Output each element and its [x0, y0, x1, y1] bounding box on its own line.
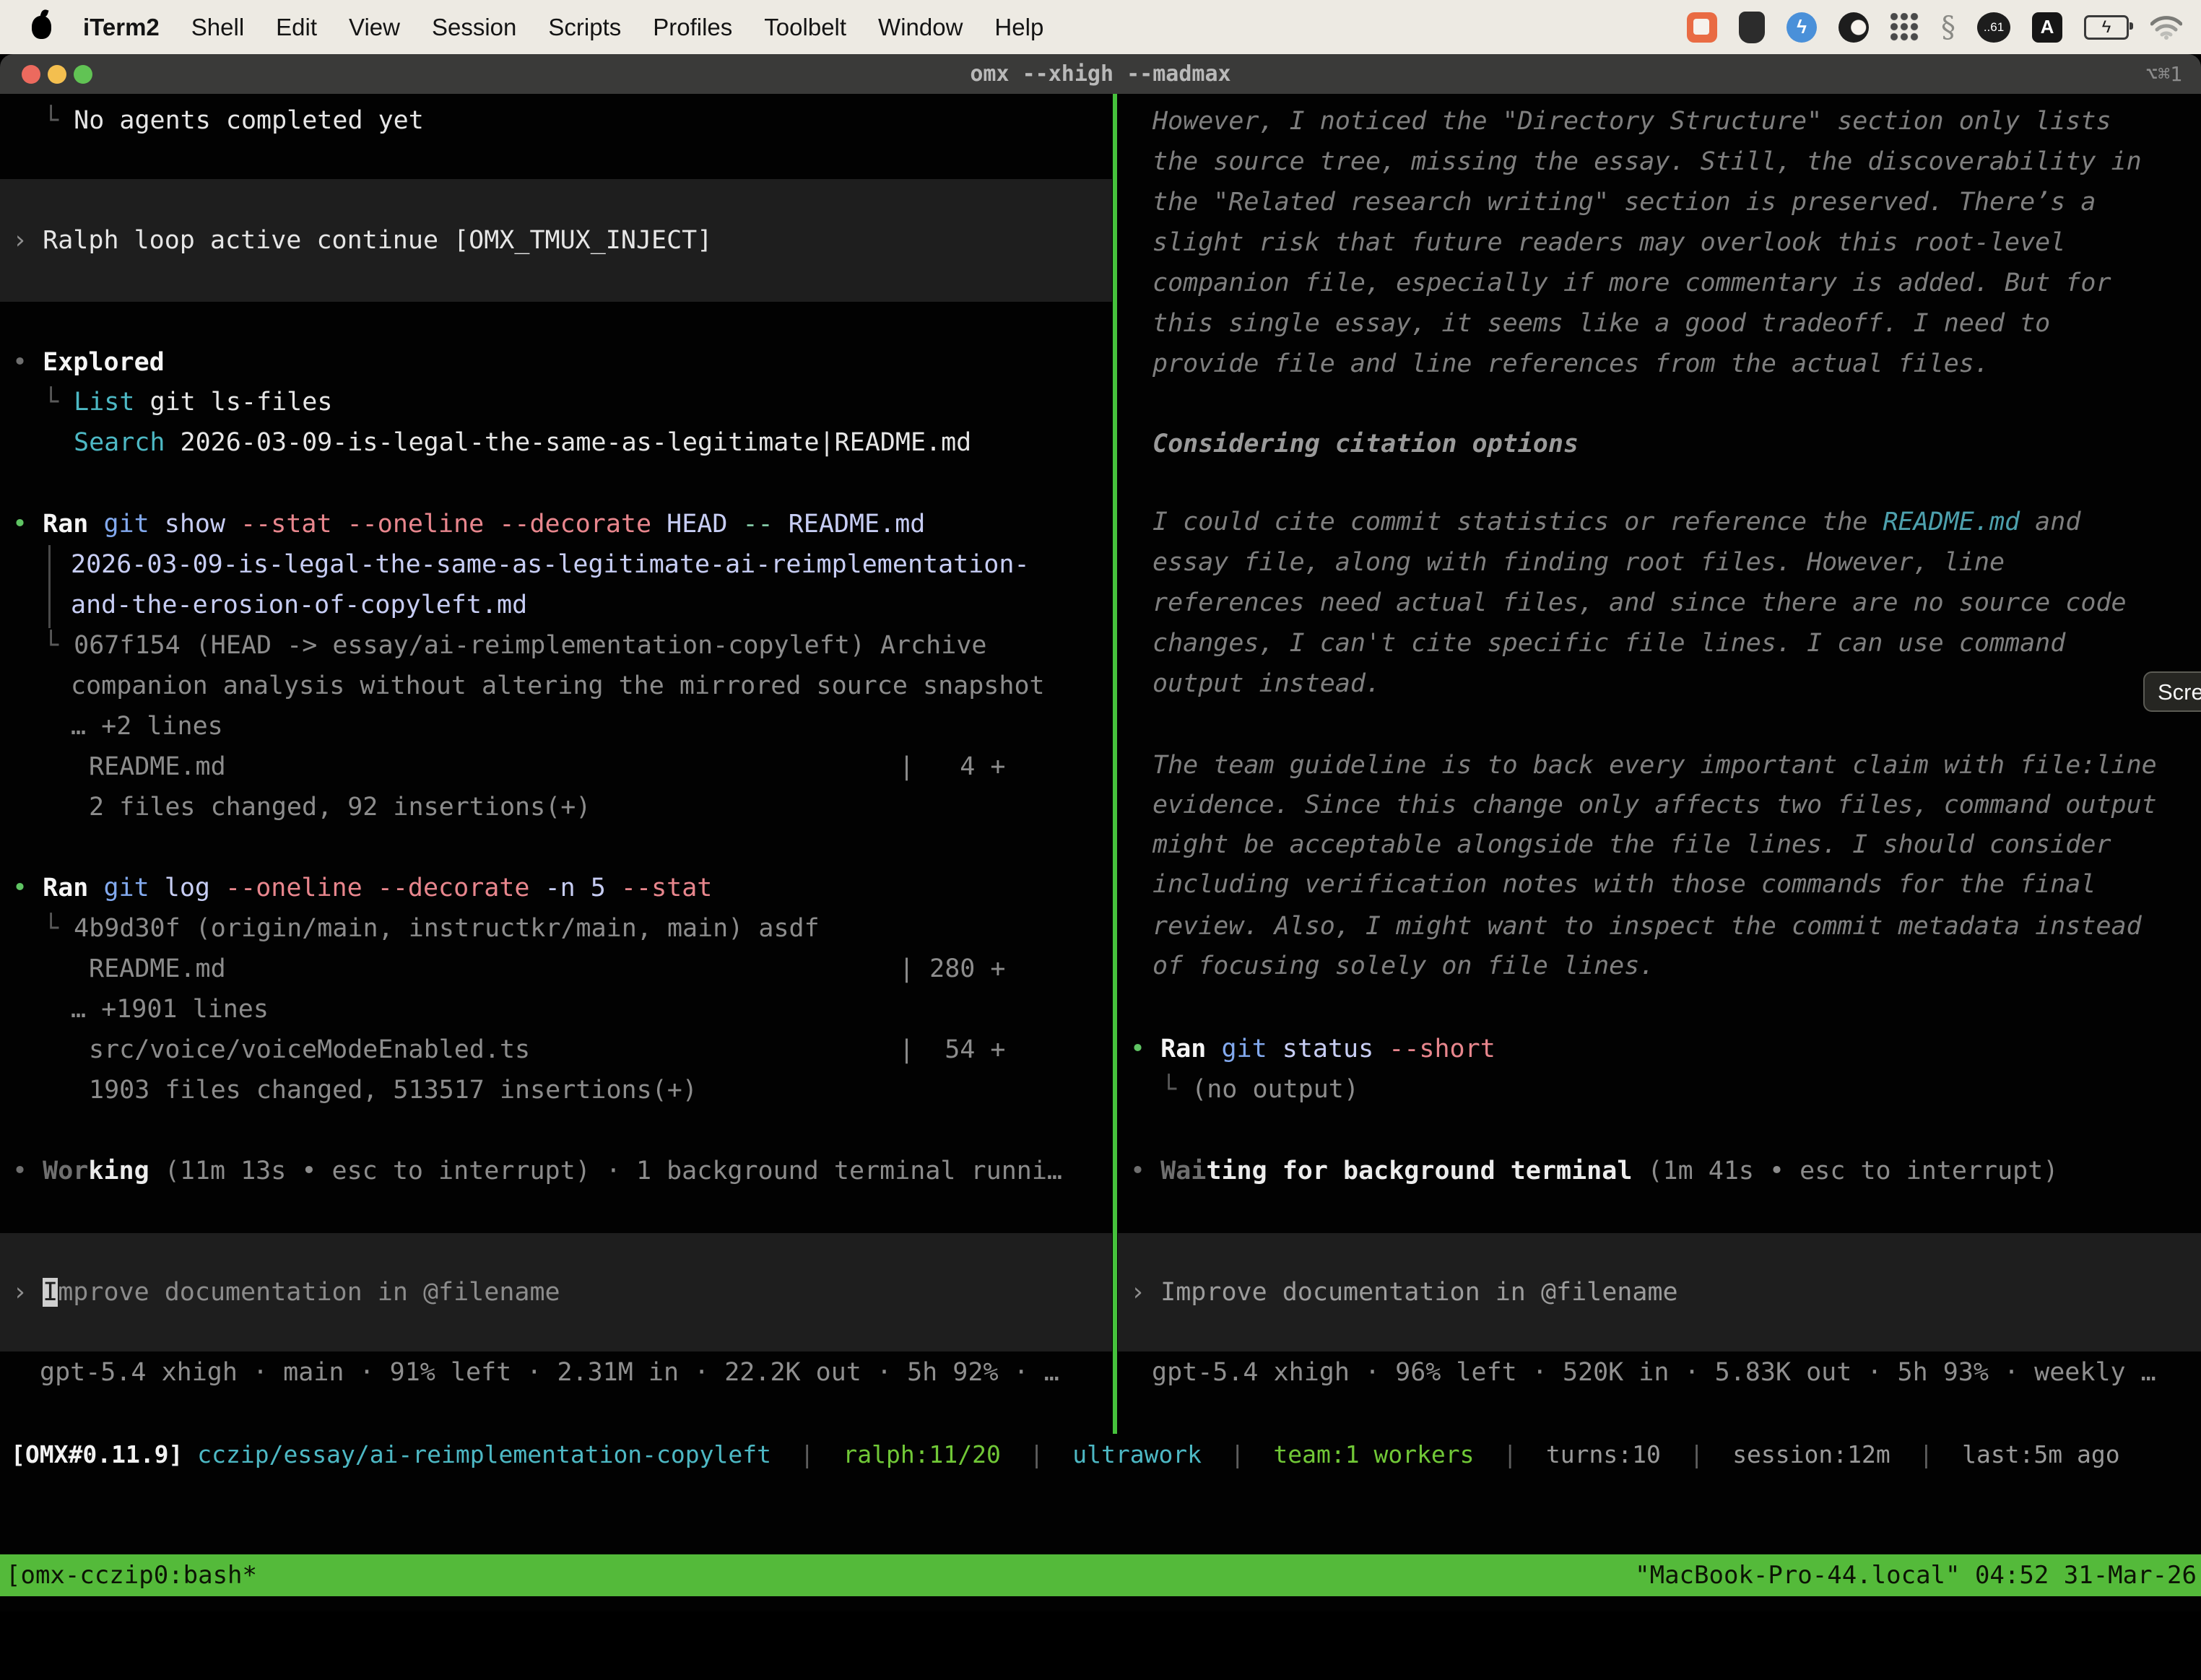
menu-item-toolbelt[interactable]: Toolbelt	[764, 14, 846, 41]
moon-toggle-icon[interactable]	[1838, 12, 1869, 43]
text-segment: turns:10	[1546, 1440, 1661, 1468]
battery-icon[interactable]: ϟ	[2084, 15, 2129, 40]
wifi-icon[interactable]	[2150, 15, 2182, 40]
apple-logo-icon[interactable]	[32, 16, 51, 39]
menu-item-shell[interactable]: Shell	[191, 14, 244, 41]
text-segment: |	[771, 1440, 843, 1468]
text-segment: |	[1202, 1440, 1273, 1468]
terminal-bottom-area: [OMX#0.11.9] cczip/essay/ai-reimplementa…	[0, 94, 2201, 1523]
window-shortcut-badge: ⌥⌘1	[2145, 54, 2182, 94]
text-segment: |	[1890, 1440, 1962, 1468]
tmux-status-bar: [omx-cczip0:bash* "MacBook-Pro-44.local"…	[0, 1554, 2201, 1596]
text-segment: |	[1475, 1440, 1546, 1468]
menu-item-profiles[interactable]: Profiles	[653, 14, 732, 41]
pane-divider[interactable]	[1113, 94, 1117, 1434]
menu-item-scripts[interactable]: Scripts	[548, 14, 621, 41]
window-title: omx --xhigh --madmax	[0, 54, 2201, 94]
text-segment: cczip/essay/ai-reimplementation-copyleft	[197, 1440, 771, 1468]
menu-items: iTerm2 Shell Edit View Session Scripts Profile…	[60, 14, 1043, 41]
tmux-session-label[interactable]: [omx-cczip0:bash*	[6, 1554, 257, 1596]
text-segment: last:5m ago	[1962, 1440, 2120, 1468]
menu-item-window[interactable]: Window	[878, 14, 963, 41]
tmux-host-clock: "MacBook-Pro-44.local" 04:52 31-Mar-26	[1635, 1554, 2197, 1596]
screen-share-chip[interactable]: Scre	[2143, 671, 2201, 712]
text-segment: ralph:11/20	[843, 1440, 1001, 1468]
menu-item-edit[interactable]: Edit	[276, 14, 317, 41]
text-segment: ultrawork	[1072, 1440, 1202, 1468]
text-segment: team:1 workers	[1273, 1440, 1474, 1468]
menu-item-help[interactable]: Help	[994, 14, 1043, 41]
input-source-icon[interactable]: A	[2032, 12, 2062, 43]
text-segment: session:12m	[1732, 1440, 1890, 1468]
messenger-bolt-icon[interactable]: ϟ	[1787, 12, 1817, 43]
menu-status-icons: ϟ § ..61 A ϟ	[1687, 11, 2182, 44]
battery-count-icon[interactable]: ..61	[1977, 12, 2010, 43]
menu-item-view[interactable]: View	[349, 14, 400, 41]
kraken-icon[interactable]: §	[1941, 11, 1955, 44]
text-segment: |	[1001, 1440, 1072, 1468]
menu-bar: iTerm2 Shell Edit View Session Scripts Profile…	[0, 0, 2201, 54]
text-segment: [OMX#0.11.9]	[11, 1440, 197, 1468]
menu-item-iterm2[interactable]: iTerm2	[83, 14, 160, 41]
omx-status-bar: [OMX#0.11.9] cczip/essay/ai-reimplementa…	[11, 1435, 2201, 1475]
window-title-bar: omx --xhigh --madmax ⌥⌘1	[0, 54, 2201, 94]
screen-record-icon[interactable]	[1687, 12, 1717, 43]
shield-icon[interactable]	[1739, 12, 1765, 43]
dots-grid-icon[interactable]	[1890, 13, 1919, 42]
menu-item-session[interactable]: Session	[432, 14, 516, 41]
text-segment: |	[1661, 1440, 1732, 1468]
